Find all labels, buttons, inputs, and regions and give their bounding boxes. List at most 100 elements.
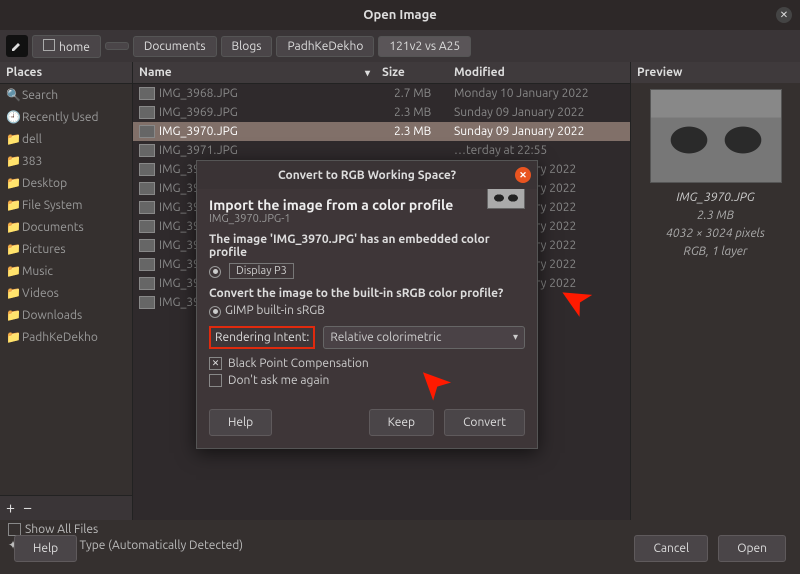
breadcrumb-current[interactable]: 121v2 vs A25 xyxy=(378,36,471,57)
place-item[interactable]: 📁 dell xyxy=(0,128,132,150)
builtin-profile-label: GIMP built-in sRGB xyxy=(225,304,325,317)
file-row[interactable]: IMG_3969.JPG2.3 MBSunday 09 January 2022 xyxy=(133,103,630,122)
place-item[interactable]: 📁 File System xyxy=(0,194,132,216)
folder-icon: 📁 xyxy=(6,176,18,190)
preview-thumbnail xyxy=(650,89,782,183)
breadcrumb-user[interactable] xyxy=(105,42,129,50)
dialog-subheading: IMG_3970.JPG-1 xyxy=(209,213,525,225)
folder-icon: 📁 xyxy=(6,198,18,212)
file-modified: Monday 10 January 2022 xyxy=(454,87,624,100)
convert-rgb-dialog: Convert to RGB Working Space? ✕ Import t… xyxy=(196,160,538,449)
convert-button[interactable]: Convert xyxy=(444,409,525,436)
radio-icon xyxy=(209,306,221,318)
close-icon[interactable]: ✕ xyxy=(776,7,792,23)
file-thumb-icon xyxy=(139,106,155,119)
file-row[interactable]: IMG_3970.JPG2.3 MBSunday 09 January 2022 xyxy=(133,122,630,141)
file-thumb-icon xyxy=(139,220,155,233)
window-title: Open Image xyxy=(0,8,800,22)
black-point-comp-check[interactable]: ✕Black Point Compensation xyxy=(209,357,525,370)
dialog-titlebar: Convert to RGB Working Space? ✕ xyxy=(197,161,537,189)
breadcrumb-documents[interactable]: Documents xyxy=(133,36,217,57)
sort-chevron-icon: ▾ xyxy=(365,67,370,79)
file-thumb-icon xyxy=(139,277,155,290)
col-name[interactable]: Name▾ xyxy=(133,62,376,83)
keep-button[interactable]: Keep xyxy=(369,409,434,436)
folder-icon: 📁 xyxy=(6,308,18,322)
edit-path-icon[interactable] xyxy=(6,35,28,57)
preview-dims: 4032 × 3024 pixels xyxy=(637,225,794,243)
places-header: Places xyxy=(0,62,132,84)
col-modified[interactable]: Modified xyxy=(448,62,630,83)
place-item[interactable]: 📁Documents xyxy=(0,216,132,238)
folder-icon: 📁 xyxy=(6,154,18,168)
preview-panel: Preview IMG_3970.JPG 2.3 MB 4032 × 3024 … xyxy=(630,62,800,520)
remove-bookmark-icon[interactable]: − xyxy=(23,499,32,517)
file-thumb-icon xyxy=(139,163,155,176)
place-label: dell xyxy=(22,133,42,146)
place-label: Search xyxy=(22,89,58,102)
file-thumb-icon xyxy=(139,258,155,271)
dialog-close-icon[interactable]: ✕ xyxy=(515,167,531,183)
chevron-down-icon: ▾ xyxy=(513,331,518,343)
breadcrumb-home[interactable]: home xyxy=(32,35,101,58)
dialog-help-button[interactable]: Help xyxy=(209,409,272,436)
file-size: 2.3 MB xyxy=(394,125,454,138)
place-item[interactable]: 🔍 Search xyxy=(0,84,132,106)
file-row[interactable]: IMG_3971.JPG…terday at 22:55 xyxy=(133,141,630,160)
places-list: 🔍 Search 🕘Recently Used 📁 dell 📁 383 📁 Desktop 📁 F… xyxy=(0,84,132,495)
convert-question-text: Convert the image to the built-in sRGB c… xyxy=(209,287,525,300)
place-item[interactable]: 🕘Recently Used xyxy=(0,106,132,128)
place-label: Downloads xyxy=(22,309,82,322)
open-button[interactable]: Open xyxy=(718,535,786,562)
rendering-intent-value: Relative colorimetric xyxy=(330,331,441,344)
dont-ask-again-check[interactable]: Don't ask me again xyxy=(209,374,525,387)
embedded-profile-text: The image 'IMG_3970.JPG' has an embedded… xyxy=(209,233,525,259)
file-modified: Sunday 09 January 2022 xyxy=(454,125,624,138)
folder-icon: 🔍 xyxy=(6,88,18,102)
rendering-intent-select[interactable]: Relative colorimetric ▾ xyxy=(323,326,525,349)
place-label: Music xyxy=(22,265,53,278)
path-toolbar: home Documents Blogs PadhKeDekho 121v2 v… xyxy=(0,30,800,62)
file-thumb-icon xyxy=(139,182,155,195)
place-label: Pictures xyxy=(22,243,66,256)
file-size: 2.7 MB xyxy=(394,87,454,100)
breadcrumb-blogs[interactable]: Blogs xyxy=(221,36,273,57)
column-headers: Name▾ Size Modified xyxy=(133,62,630,84)
place-item[interactable]: 📁 Videos xyxy=(0,282,132,304)
place-item[interactable]: 📁PadhKeDekho xyxy=(0,326,132,348)
preview-size: 2.3 MB xyxy=(637,207,794,225)
preview-filename: IMG_3970.JPG xyxy=(637,189,794,207)
place-label: File System xyxy=(22,199,83,212)
col-size[interactable]: Size xyxy=(376,62,448,83)
file-thumb-icon xyxy=(139,87,155,100)
place-item[interactable]: 📁Music xyxy=(0,260,132,282)
place-label: Desktop xyxy=(22,177,67,190)
place-item[interactable]: 📁 Downloads xyxy=(0,304,132,326)
file-thumb-icon xyxy=(139,296,155,309)
embedded-profile-chip[interactable]: Display P3 xyxy=(229,263,294,279)
place-item[interactable]: 📁 383 xyxy=(0,150,132,172)
place-label: Videos xyxy=(22,287,59,300)
file-thumb-icon xyxy=(139,125,155,138)
file-modified: Sunday 09 January 2022 xyxy=(454,106,624,119)
cancel-button[interactable]: Cancel xyxy=(634,535,708,562)
embedded-profile-row: Display P3 xyxy=(209,263,525,279)
file-size: 2.3 MB xyxy=(394,106,454,119)
rendering-intent-label: Rendering Intent: xyxy=(209,326,315,349)
file-name: IMG_3971.JPG xyxy=(159,144,238,157)
preview-mode: RGB, 1 layer xyxy=(637,243,794,261)
breadcrumb-padhkedekho[interactable]: PadhKeDekho xyxy=(276,36,374,57)
place-item[interactable]: 📁Pictures xyxy=(0,238,132,260)
folder-icon: 📁 xyxy=(6,330,18,344)
folder-icon: 📁 xyxy=(6,286,18,300)
place-item[interactable]: 📁 Desktop xyxy=(0,172,132,194)
add-bookmark-icon[interactable]: + xyxy=(6,499,15,517)
places-footer: + − xyxy=(0,495,132,520)
preview-meta: IMG_3970.JPG 2.3 MB 4032 × 3024 pixels R… xyxy=(637,189,794,261)
file-row[interactable]: IMG_3968.JPG2.7 MBMonday 10 January 2022 xyxy=(133,84,630,103)
radio-icon xyxy=(209,266,221,278)
folder-icon: 📁 xyxy=(6,132,18,146)
place-label: 383 xyxy=(22,155,42,168)
help-button[interactable]: Help xyxy=(14,535,77,562)
preview-header: Preview xyxy=(631,62,800,83)
